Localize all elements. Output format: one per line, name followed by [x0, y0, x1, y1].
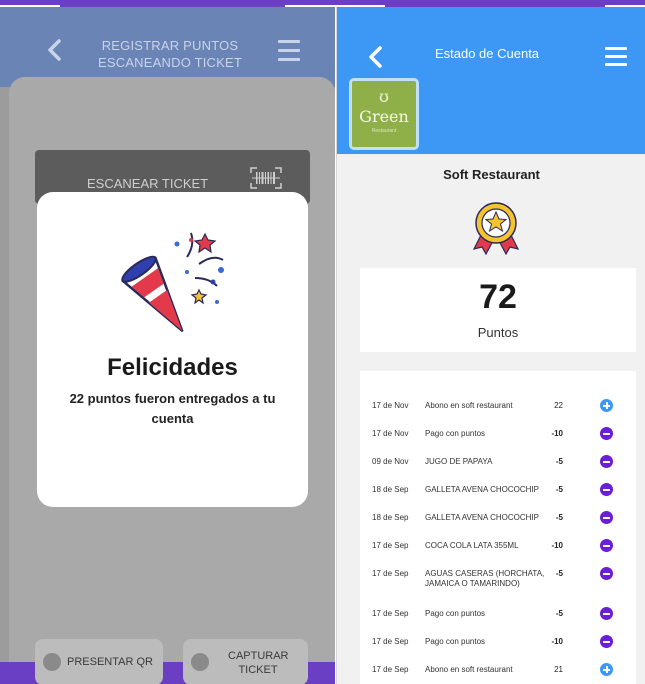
- transaction-date: 18 de Sep: [372, 485, 409, 494]
- restaurant-name: Soft Restaurant: [443, 167, 540, 182]
- minus-circle-icon: [600, 511, 613, 524]
- transaction-row: 17 de Sep Pago con puntos -5: [360, 607, 636, 637]
- transaction-points: -5: [555, 485, 563, 494]
- modal-title: Felicidades: [107, 354, 238, 381]
- transaction-row: 09 de Nov JUGO DE PAPAYA -5: [360, 455, 636, 485]
- present-qr-button[interactable]: PRESENTAR QR: [35, 639, 163, 684]
- transaction-points: -5: [555, 569, 563, 578]
- transaction-points: -10: [551, 637, 563, 646]
- minus-circle-icon: [600, 483, 613, 496]
- scan-ticket-label: ESCANEAR TICKET: [87, 176, 209, 191]
- transaction-date: 17 de Sep: [372, 569, 409, 578]
- transaction-date: 17 de Sep: [372, 665, 409, 674]
- barcode-scan-icon: [250, 167, 282, 189]
- transaction-points: -5: [555, 513, 563, 522]
- minus-circle-icon: [600, 455, 613, 468]
- page: REGISTRAR PUNTOS ESCANEANDO TICKET ESCAN…: [0, 0, 645, 684]
- points-label: Puntos: [477, 325, 519, 340]
- capture-ticket-label: CAPTURAR TICKET: [228, 650, 289, 676]
- back-arrow-icon[interactable]: [40, 35, 70, 65]
- transaction-date: 17 de Nov: [372, 429, 409, 438]
- register-points-screen: REGISTRAR PUNTOS ESCANEANDO TICKET ESCAN…: [0, 7, 335, 684]
- minus-circle-icon: [600, 567, 613, 580]
- transaction-row: 17 de Nov Abono en soft restaurant 22: [360, 399, 636, 429]
- page-title: REGISTRAR PUNTOS ESCANEANDO TICKET: [97, 38, 243, 70]
- minus-circle-icon: [600, 427, 613, 440]
- party-popper-icon: [121, 232, 224, 332]
- transaction-points: 21: [554, 665, 563, 674]
- transaction-points: -10: [551, 541, 563, 550]
- transaction-points: -10: [551, 429, 563, 438]
- back-arrow-icon[interactable]: [365, 44, 387, 70]
- transaction-points: -5: [555, 457, 563, 466]
- award-badge-icon: [472, 202, 520, 255]
- plus-circle-icon: [600, 663, 613, 676]
- transaction-date: 17 de Sep: [372, 637, 409, 646]
- top-strip: [0, 0, 645, 7]
- hamburger-menu-icon[interactable]: [278, 40, 300, 62]
- minus-circle-icon: [600, 607, 613, 620]
- transaction-points: 22: [554, 401, 563, 410]
- transaction-row: 18 de Sep GALLETA AVENA CHOCOCHIP -5: [360, 483, 636, 513]
- minus-circle-icon: [600, 539, 613, 552]
- transaction-row: 17 de Sep Pago con puntos -10: [360, 635, 636, 665]
- present-qr-label: PRESENTAR QR: [67, 656, 153, 668]
- plus-circle-icon: [600, 399, 613, 412]
- qr-icon: [43, 653, 61, 671]
- transaction-row: 17 de Nov Pago con puntos -10: [360, 427, 636, 457]
- transaction-points: -5: [555, 609, 563, 618]
- modal-message: 22 puntos fueron entregados a tu cuenta: [69, 391, 276, 426]
- transaction-date: 17 de Sep: [372, 541, 409, 550]
- hamburger-menu-icon[interactable]: [605, 47, 627, 67]
- capture-icon: [191, 653, 209, 671]
- account-statement-screen: Estado de Cuenta ʊ Green Restaurant Soft…: [336, 7, 645, 684]
- page-title: Estado de Cuenta: [434, 46, 540, 61]
- transaction-date: 17 de Nov: [372, 401, 409, 410]
- transaction-date: 09 de Nov: [372, 457, 409, 466]
- right-header: Estado de Cuenta ʊ Green Restaurant: [337, 7, 645, 154]
- minus-circle-icon: [600, 635, 613, 648]
- transaction-row: 17 de Sep AGUAS CASERAS (HORCHATA, JAMAIC…: [360, 567, 636, 597]
- transaction-row: 18 de Sep GALLETA AVENA CHOCOCHIP -5: [360, 511, 636, 541]
- points-card: 72 Puntos: [360, 268, 636, 352]
- transaction-date: 18 de Sep: [372, 513, 409, 522]
- restaurant-logo: ʊ Green Restaurant: [349, 78, 419, 150]
- transaction-row: 17 de Sep COCA COLA LATA 355ML -10: [360, 539, 636, 569]
- transactions-list: 17 de Nov Abono en soft restaurant 22 17 de…: [360, 371, 636, 684]
- points-value: 72: [479, 278, 517, 316]
- capture-ticket-button[interactable]: CAPTURAR TICKET: [183, 639, 308, 684]
- transaction-date: 17 de Sep: [372, 609, 409, 618]
- left-header: REGISTRAR PUNTOS ESCANEANDO TICKET: [0, 7, 335, 87]
- transaction-row: 17 de Sep Abono en soft restaurant 21: [360, 663, 636, 684]
- success-modal: Felicidades 22 puntos fueron entregados …: [37, 192, 308, 507]
